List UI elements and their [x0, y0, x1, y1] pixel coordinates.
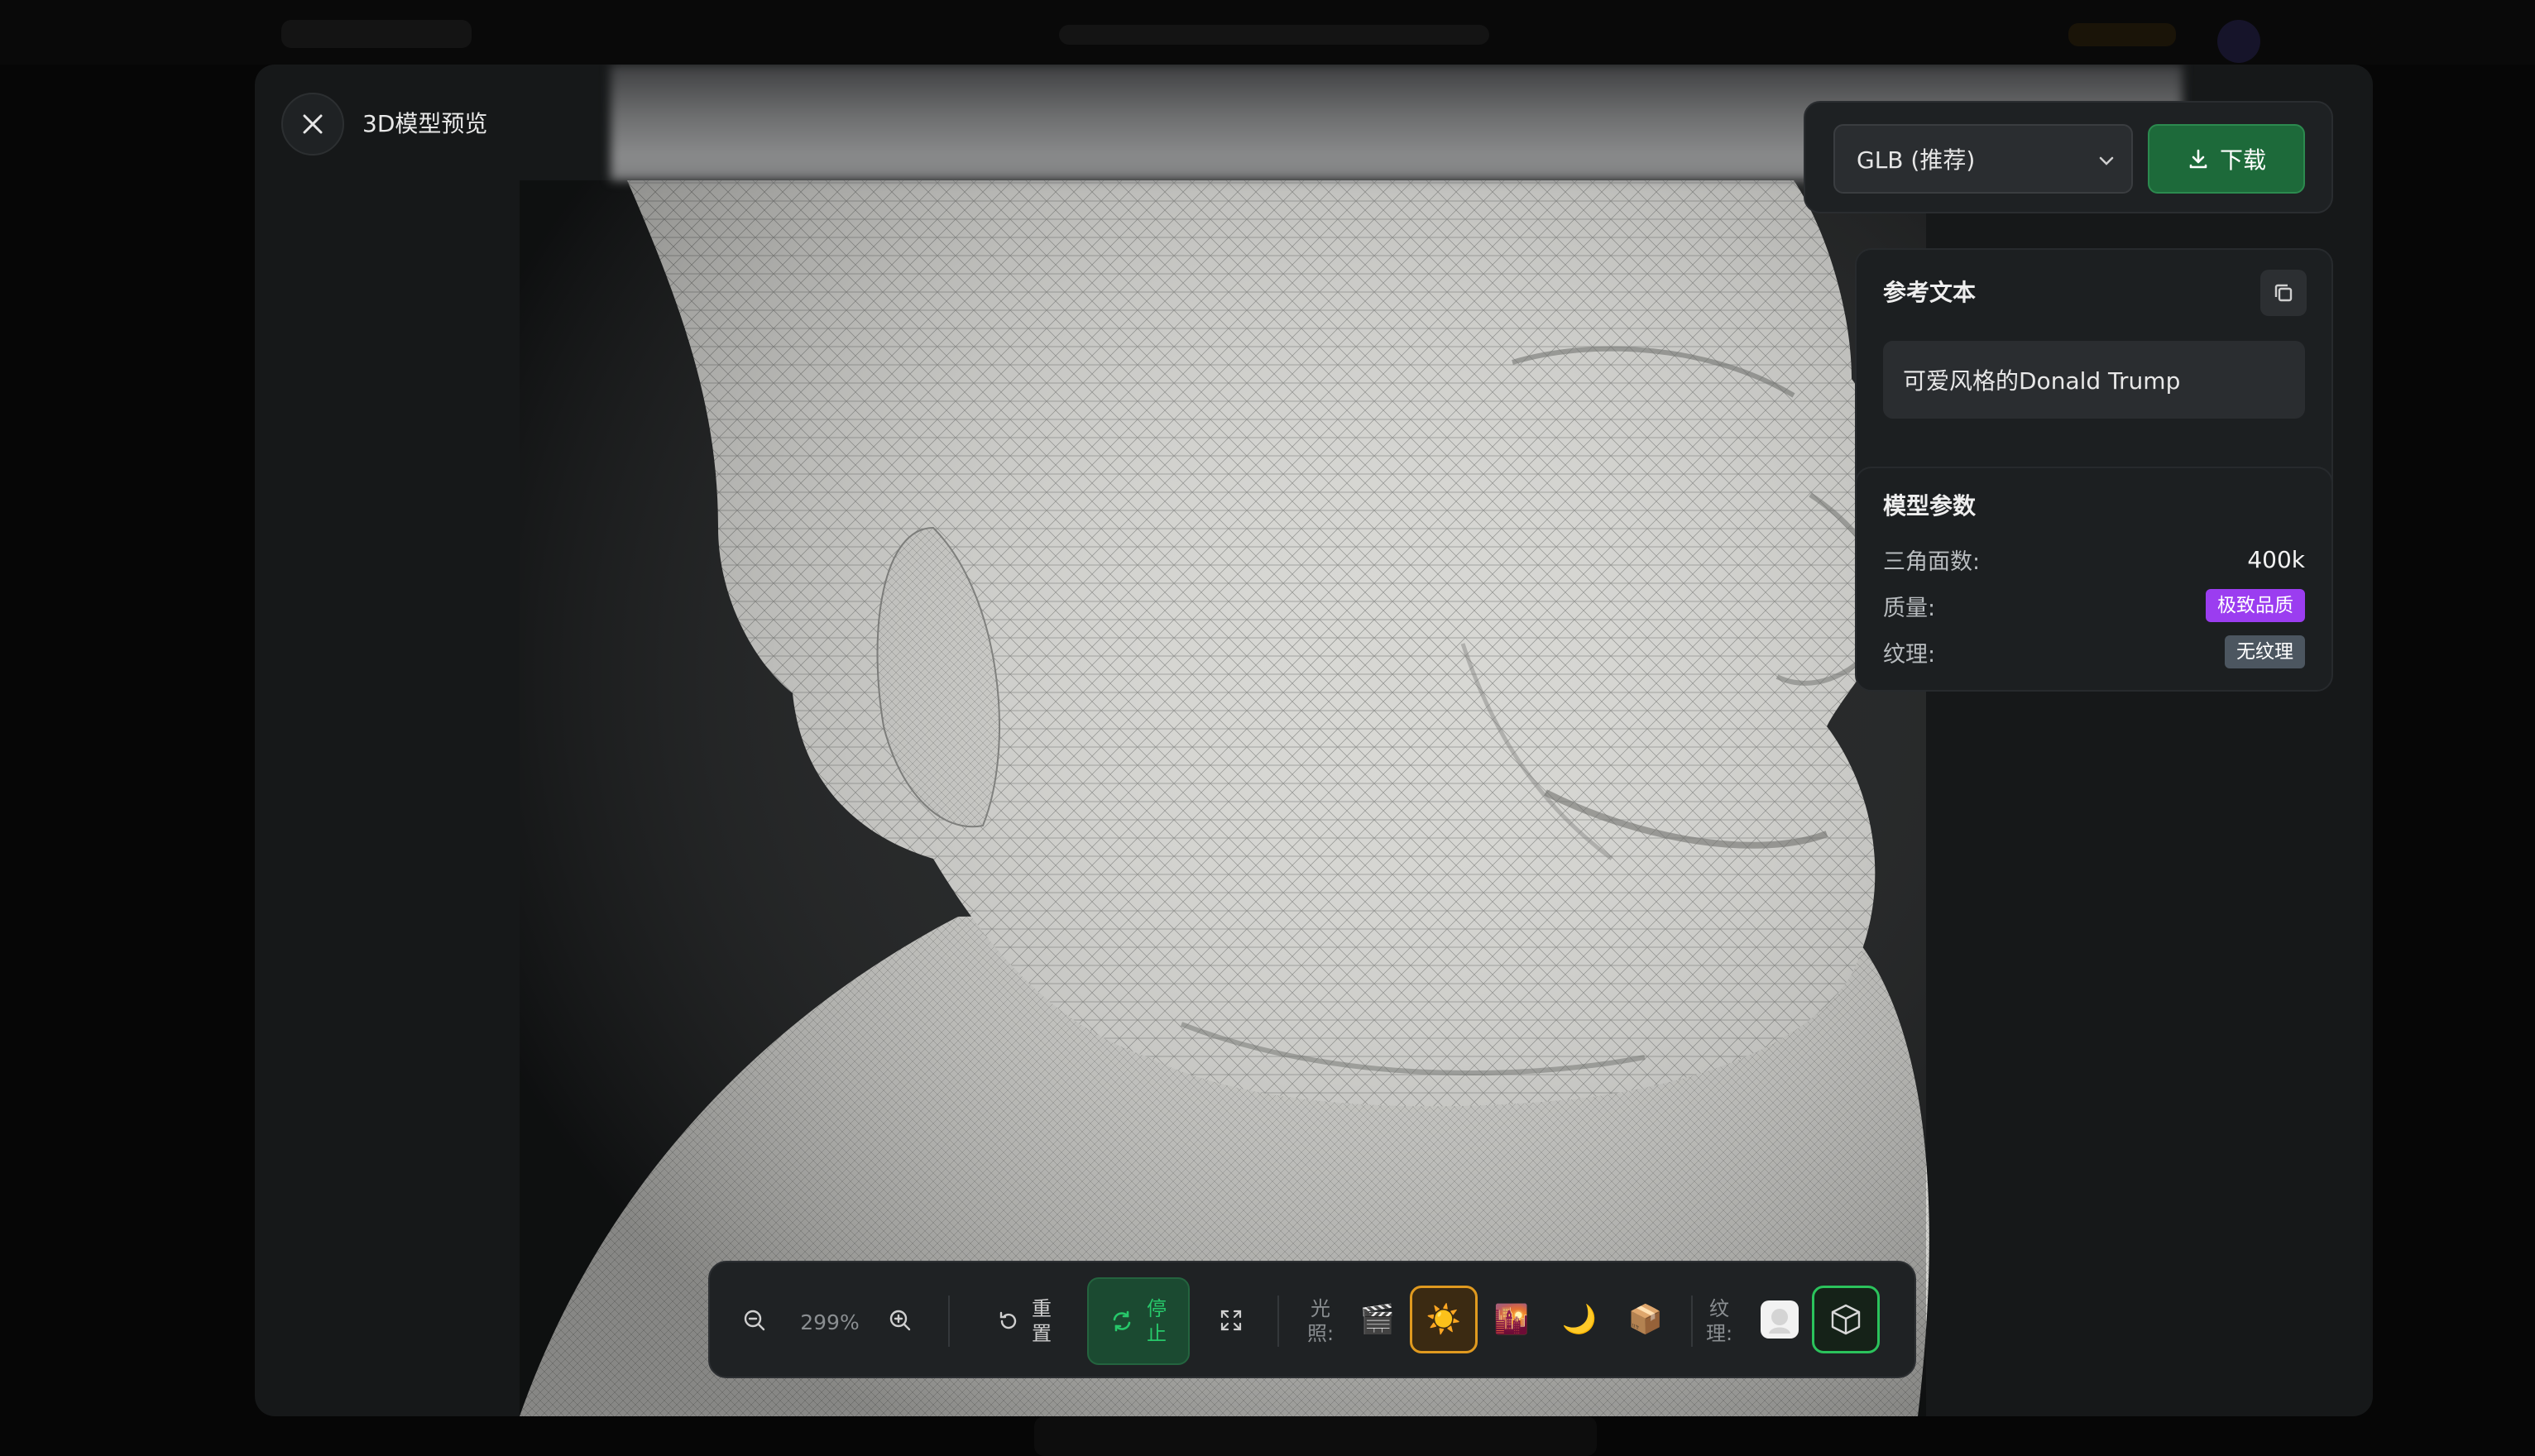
- reference-text: 可爱风格的Donald Trump: [1883, 341, 2305, 419]
- rotate-icon: [1113, 1310, 1131, 1332]
- chevron-down-icon: [2099, 156, 2114, 165]
- lighting-sunset-button[interactable]: 🌇: [1478, 1286, 1545, 1353]
- fullscreen-icon: [1220, 1310, 1242, 1331]
- reset-label-char: 重: [1032, 1297, 1052, 1320]
- sunset-icon: 🌇: [1493, 1303, 1530, 1336]
- texture-plain-button[interactable]: [1746, 1286, 1814, 1353]
- lighting-label-char: 光: [1311, 1297, 1330, 1320]
- reset-label-char: 置: [1032, 1322, 1052, 1345]
- download-icon: [2189, 149, 2207, 169]
- box-icon: 📦: [1627, 1303, 1664, 1336]
- export-panel: GLB (推荐) 下载: [1804, 101, 2333, 213]
- moon-icon: 🌙: [1561, 1303, 1598, 1336]
- param-value: 400k: [2247, 545, 2305, 573]
- sun-icon: ☀️: [1426, 1303, 1462, 1336]
- lighting-studio-button[interactable]: 🎬: [1344, 1286, 1411, 1353]
- texture-label-char: 理:: [1705, 1322, 1733, 1345]
- lighting-label-char: 照:: [1306, 1322, 1335, 1345]
- copy-button[interactable]: [2260, 270, 2307, 316]
- modal-title: 3D模型预览: [362, 110, 488, 137]
- format-select[interactable]: GLB (推荐): [1833, 124, 2133, 194]
- viewer-toolbar: 299% 重 置 停 止 光 照: 🎬 ☀️ 🌇 🌙 📦 纹 理:: [708, 1261, 1916, 1378]
- param-label: 质量:: [1883, 595, 1936, 621]
- download-label: 下载: [2219, 146, 2266, 174]
- toolbar-divider: [1691, 1296, 1693, 1347]
- clapper-icon: 🎬: [1359, 1303, 1396, 1336]
- format-select-value: GLB (推荐): [1857, 146, 1976, 174]
- reset-label: 重 置: [1032, 1296, 1052, 1346]
- param-label: 三角面数:: [1883, 548, 1981, 575]
- close-button[interactable]: [281, 93, 344, 156]
- plain-model-icon: [1761, 1300, 1799, 1339]
- toolbar-divider: [1277, 1296, 1279, 1347]
- lighting-label: 光 照:: [1304, 1292, 1337, 1350]
- lighting-daylight-button[interactable]: ☀️: [1410, 1286, 1478, 1353]
- texture-label-char: 纹: [1709, 1297, 1729, 1320]
- stop-label-char: 停: [1147, 1297, 1167, 1320]
- param-row-texture: 纹理: 无纹理: [1883, 634, 2305, 670]
- model-preview-modal: 3D模型预览 GLB (推荐) 下载 参考文本 可爱风格的Donald Trum…: [255, 65, 2373, 1416]
- zoom-out-icon: [744, 1310, 765, 1331]
- zoom-in-icon: [889, 1310, 911, 1331]
- fullscreen-button[interactable]: [1208, 1297, 1254, 1343]
- zoom-level: 299%: [800, 1310, 860, 1334]
- download-button[interactable]: 下载: [2148, 124, 2305, 194]
- param-row-triangles: 三角面数: 400k: [1883, 541, 2305, 577]
- toolbar-divider: [948, 1296, 950, 1347]
- close-icon: [303, 114, 323, 134]
- copy-icon: [2274, 284, 2293, 302]
- texture-badge: 无纹理: [2225, 635, 2305, 668]
- stop-rotation-button[interactable]: 停 止: [1087, 1277, 1190, 1365]
- background-nav: [1059, 25, 1489, 45]
- background-logo: [281, 20, 472, 48]
- zoom-in-button[interactable]: [877, 1297, 923, 1343]
- stop-label: 停 止: [1147, 1296, 1167, 1346]
- lighting-box-button[interactable]: 📦: [1612, 1286, 1680, 1353]
- quality-badge: 极致品质: [2206, 589, 2305, 622]
- zoom-out-button[interactable]: [731, 1297, 778, 1343]
- background-footer: [1034, 1416, 1597, 1456]
- wireframe-cube-icon: [1831, 1304, 1861, 1335]
- param-label: 纹理:: [1883, 641, 1936, 668]
- background-credits: [2068, 23, 2176, 46]
- params-title: 模型参数: [1883, 492, 1977, 520]
- reset-icon: [999, 1311, 1017, 1329]
- texture-wireframe-button[interactable]: [1812, 1286, 1880, 1353]
- background-avatar: [2217, 20, 2260, 63]
- reference-title: 参考文本: [1883, 279, 1977, 306]
- lighting-night-button[interactable]: 🌙: [1545, 1286, 1613, 1353]
- param-row-quality: 质量: 极致品质: [1883, 587, 2305, 624]
- model-params-panel: 模型参数 三角面数: 400k 质量: 极致品质 纹理: 无纹理: [1855, 467, 2333, 692]
- reset-button[interactable]: 重 置: [975, 1292, 1074, 1350]
- texture-label: 纹 理:: [1703, 1292, 1736, 1350]
- stop-label-char: 止: [1147, 1322, 1167, 1345]
